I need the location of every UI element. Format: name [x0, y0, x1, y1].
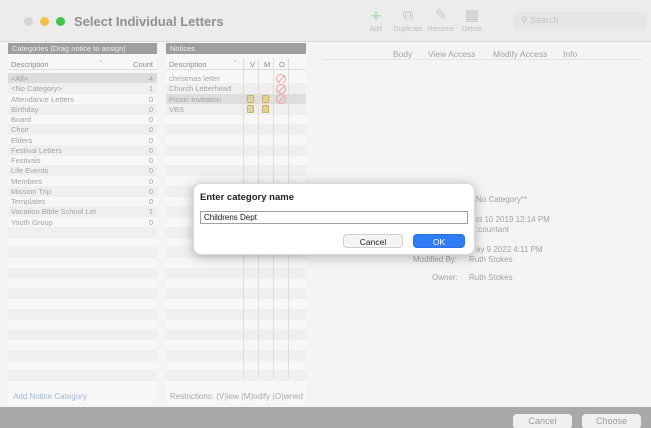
category-name: Attendance Letters — [11, 94, 74, 104]
info-modified-by-value: Ruth Stokes — [469, 255, 513, 264]
dialog-title: Enter category name — [200, 192, 294, 203]
category-count: 0 — [148, 115, 153, 124]
category-name: Birthday — [11, 104, 39, 114]
notice-name: christmas letter — [169, 74, 220, 83]
trash-icon: ▦ — [464, 7, 480, 24]
category-name: Elders — [11, 135, 33, 145]
category-name: Youth Group — [11, 217, 53, 227]
sort-ascending-icon: ˆ — [100, 59, 103, 68]
category-count: 0 — [148, 186, 153, 196]
category-name-dialog: Enter category name Cancel OK — [193, 183, 475, 255]
col-notice-description[interactable]: Description — [169, 60, 207, 69]
tab-info[interactable]: Info — [563, 49, 577, 59]
category-count: 0 — [148, 94, 153, 104]
category-name: Vacation Bible School Let — [11, 207, 96, 217]
view-lock-icon — [247, 94, 254, 103]
category-name: <No Category> — [11, 84, 62, 94]
category-count: 4 — [148, 74, 153, 83]
not-owned-icon — [276, 94, 286, 104]
info-modified-by-label: Modified By: — [413, 255, 458, 264]
choose-button[interactable]: Choose — [582, 414, 641, 428]
notices-column-header: Description ˆ V M O — [166, 58, 306, 70]
categories-column-header: Description ˆ Count — [8, 58, 157, 70]
category-count: 0 — [148, 145, 153, 155]
cancel-button[interactable]: Cancel — [513, 414, 572, 428]
close-window-icon[interactable] — [24, 17, 33, 26]
category-name: Choir — [11, 125, 29, 135]
dialog-cancel-button[interactable]: Cancel — [343, 234, 403, 248]
title-bar: Select Individual Letters + Add ⧉ Duplic… — [0, 0, 651, 42]
info-owner-value: Ruth Stokes — [469, 273, 513, 282]
col-owned[interactable]: O — [279, 60, 285, 69]
notice-name: Picnic Invitation — [169, 94, 222, 104]
modify-lock-icon — [262, 94, 269, 103]
not-owned-icon — [276, 83, 286, 94]
category-count: 0 — [148, 104, 153, 114]
info-category-value: No Category** — [476, 195, 528, 204]
notice-name: Church Letterhead — [169, 84, 232, 94]
category-name: <All> — [11, 74, 29, 83]
category-count: 0 — [148, 197, 153, 206]
info-modified-value: ay 9 2022 4:11 PM — [476, 245, 543, 254]
view-lock-icon — [247, 104, 254, 113]
col-count[interactable]: Count — [133, 60, 153, 69]
category-count: 1 — [148, 207, 153, 217]
delete-button[interactable]: ▦ Delete — [452, 7, 492, 34]
category-name: Mission Trip — [11, 186, 52, 196]
empty-row — [166, 370, 306, 382]
category-count: 0 — [148, 156, 153, 165]
tab-view-access[interactable]: View Access — [428, 49, 476, 59]
restrictions-legend: Restrictions: (V)iew (M)odify (O)wned — [170, 392, 303, 401]
dialog-ok-button[interactable]: OK — [413, 234, 465, 248]
categories-header: Categories (Drag notice to assign) — [8, 43, 157, 54]
col-description[interactable]: Description — [11, 60, 49, 69]
info-created-value: ct 10 2019 12:14 PM — [476, 215, 550, 224]
category-count: 0 — [148, 125, 153, 135]
category-name: Festivals — [11, 156, 41, 165]
tab-body[interactable]: Body — [393, 49, 412, 59]
sort-ascending-icon: ˆ — [234, 59, 237, 68]
notice-name: VBS — [169, 104, 185, 114]
search-field[interactable]: ⚲ Search — [513, 12, 647, 29]
modify-lock-icon — [262, 104, 269, 113]
category-name: Templates — [11, 197, 46, 206]
category-name-input[interactable] — [200, 211, 468, 224]
category-count: 0 — [148, 217, 153, 227]
add-notice-category-link[interactable]: Add Notice Category — [13, 392, 87, 401]
tab-separator — [322, 59, 642, 60]
notices-header: Notices — [166, 43, 306, 54]
category-name: Life Events — [11, 166, 49, 176]
category-name: Board — [11, 115, 32, 124]
not-owned-icon — [276, 73, 286, 84]
info-created-by-value: :countant — [476, 225, 509, 234]
search-icon: ⚲ — [521, 15, 528, 25]
category-count: 1 — [148, 84, 153, 94]
minimize-window-icon[interactable] — [40, 17, 49, 26]
empty-row — [8, 370, 157, 382]
col-modify[interactable]: M — [264, 60, 270, 69]
zoom-window-icon[interactable] — [56, 17, 65, 26]
category-count: 0 — [148, 135, 153, 145]
category-count: 0 — [148, 176, 153, 186]
col-view[interactable]: V — [250, 60, 255, 69]
tab-modify-access[interactable]: Modify Access — [493, 49, 547, 59]
info-owner-label: Owner: — [432, 273, 458, 282]
category-name: Members — [11, 176, 43, 186]
window-title: Select Individual Letters — [74, 14, 224, 29]
category-name: Festival Letters — [11, 145, 62, 155]
category-count: 0 — [148, 166, 153, 176]
